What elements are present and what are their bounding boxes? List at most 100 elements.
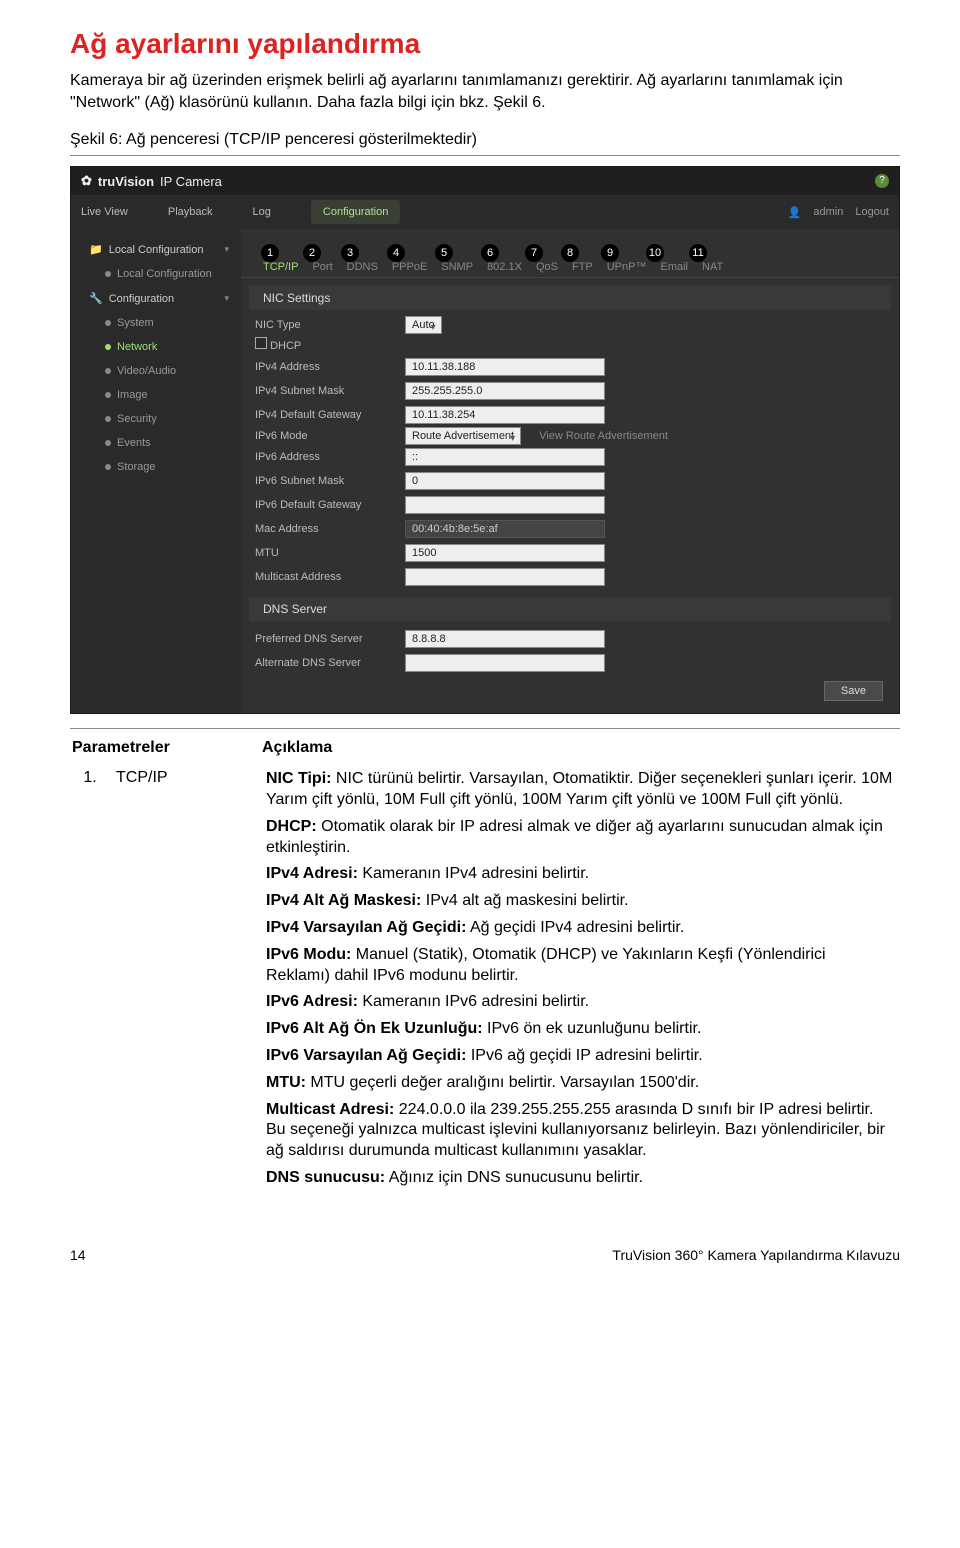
help-icon[interactable]: ? — [875, 174, 889, 188]
desc-bold: NIC Tipi: — [266, 770, 331, 787]
ipv6-mask-label: IPv6 Subnet Mask — [255, 475, 395, 487]
page-number: 14 — [70, 1247, 86, 1263]
bullet-icon — [105, 344, 111, 350]
alt-dns-input[interactable] — [405, 654, 605, 672]
nic-type-select[interactable]: Auto — [405, 316, 442, 334]
mtu-input[interactable]: 1500 — [405, 544, 605, 562]
ipv4-gateway-label: IPv4 Default Gateway — [255, 409, 395, 421]
sidebar-local-config[interactable]: Local Configuration — [71, 262, 241, 286]
ipv4-mask-input[interactable]: 255.255.255.0 — [405, 382, 605, 400]
chevron-down-icon: ▾ — [510, 433, 515, 444]
row-key: TCP/IP — [110, 767, 260, 1197]
sidebar-image[interactable]: Image — [71, 383, 241, 407]
sidebar-events[interactable]: Events — [71, 431, 241, 455]
desc-bold: MTU: — [266, 1074, 306, 1091]
desc-bold: DHCP: — [266, 818, 317, 835]
sidebar-item-label: Events — [117, 437, 151, 449]
sidebar-security[interactable]: Security — [71, 407, 241, 431]
desc-bold: IPv6 Varsayılan Ağ Geçidi: — [266, 1047, 466, 1064]
ipv6-mode-select[interactable]: Route Advertisement — [405, 427, 521, 445]
desc-text: IPv6 ön ek uzunluğunu belirtir. — [483, 1020, 702, 1037]
subtab-nat[interactable]: NAT — [702, 261, 723, 273]
desc-bold: IPv6 Adresi: — [266, 993, 358, 1010]
nav-configuration[interactable]: Configuration — [311, 200, 400, 224]
desc-bold: Multicast Adresi: — [266, 1101, 394, 1118]
desc-text: Ağınız için DNS sunucusunu belirtir. — [385, 1169, 643, 1186]
nav-live-view[interactable]: Live View — [81, 206, 128, 218]
wrench-icon: 🔧 — [89, 292, 103, 305]
subtab-snmp[interactable]: SNMP — [441, 261, 473, 273]
sidebar-local-config-group[interactable]: 📁Local Configuration▾ — [71, 237, 241, 262]
sidebar-item-label: Network — [117, 341, 157, 353]
divider — [70, 155, 900, 156]
divider — [70, 728, 900, 729]
save-button[interactable]: Save — [824, 681, 883, 701]
desc-bold: IPv6 Alt Ağ Ön Ek Uzunluğu: — [266, 1020, 483, 1037]
ipv4-address-input[interactable]: 10.11.38.188 — [405, 358, 605, 376]
col-parametreler: Parametreler — [70, 735, 260, 767]
subtab-ftp[interactable]: FTP — [572, 261, 593, 273]
nav-playback[interactable]: Playback — [168, 206, 213, 218]
bullet-icon — [105, 392, 111, 398]
mtu-label: MTU — [255, 547, 395, 559]
folder-icon: 📁 — [89, 243, 103, 256]
ipv6-mask-input[interactable]: 0 — [405, 472, 605, 490]
desc-bold: IPv4 Alt Ağ Maskesi: — [266, 892, 421, 909]
sidebar-item-label: Image — [117, 389, 148, 401]
subtab-pppoe[interactable]: PPPoE — [392, 261, 427, 273]
sidebar-video-audio[interactable]: Video/Audio — [71, 359, 241, 383]
col-aciklama: Açıklama — [260, 735, 900, 767]
sidebar-item-label: Configuration — [109, 293, 174, 305]
section-dns-server: DNS Server — [249, 597, 891, 621]
gear-icon: ✿ — [81, 173, 92, 189]
desc-text: IPv4 alt ağ maskesini belirtir. — [421, 892, 628, 909]
ipv6-gateway-input[interactable] — [405, 496, 605, 514]
bullet-icon — [105, 271, 111, 277]
dhcp-label: DHCP — [270, 340, 301, 352]
subtab-qos[interactable]: QoS — [536, 261, 558, 273]
sidebar-item-label: Local Configuration — [117, 268, 212, 280]
dhcp-checkbox[interactable] — [255, 337, 267, 349]
intro-paragraph: Kameraya bir ağ üzerinden erişmek belirl… — [70, 70, 900, 113]
subtab-8021x[interactable]: 802.1X — [487, 261, 522, 273]
ipv4-mask-label: IPv4 Subnet Mask — [255, 385, 395, 397]
chevron-down-icon: ▾ — [431, 322, 436, 333]
sidebar-storage[interactable]: Storage — [71, 455, 241, 479]
sidebar-item-label: Security — [117, 413, 157, 425]
multicast-input[interactable] — [405, 568, 605, 586]
sidebar-system[interactable]: System — [71, 311, 241, 335]
alt-dns-label: Alternate DNS Server — [255, 657, 395, 669]
logout-link[interactable]: Logout — [855, 206, 889, 218]
subtab-email[interactable]: Email — [660, 261, 688, 273]
admin-label: admin — [813, 206, 843, 218]
desc-text: Otomatik olarak bir IP adresi almak ve d… — [266, 818, 883, 856]
desc-text: MTU geçerli değer aralığını belirtir. Va… — [306, 1074, 699, 1091]
view-route-advert-link[interactable]: View Route Advertisement — [539, 430, 668, 442]
subtab-upnp[interactable]: UPnP™ — [607, 261, 647, 273]
nic-type-label: NIC Type — [255, 319, 395, 331]
sidebar-configuration-group[interactable]: 🔧 Configuration ▾ — [71, 286, 241, 311]
bullet-icon — [105, 440, 111, 446]
desc-text: Kameranın IPv6 adresini belirtir. — [358, 993, 589, 1010]
screenshot: ✿ truVision IP Camera ? Live View Playba… — [70, 166, 900, 714]
chevron-down-icon: ▾ — [224, 293, 229, 304]
ipv6-address-input[interactable]: :: — [405, 448, 605, 466]
multicast-label: Multicast Address — [255, 571, 395, 583]
sidebar-item-label: Video/Audio — [117, 365, 176, 377]
brand-sub: IP Camera — [160, 174, 222, 189]
sidebar-network[interactable]: Network — [71, 335, 241, 359]
subtab-tcpip[interactable]: TCP/IP — [263, 261, 298, 273]
ipv4-gateway-input[interactable]: 10.11.38.254 — [405, 406, 605, 424]
subtab-port[interactable]: Port — [312, 261, 332, 273]
pref-dns-input[interactable]: 8.8.8.8 — [405, 630, 605, 648]
brand-truvision: truVision — [98, 174, 154, 189]
sidebar-item-label: Local Configuration — [109, 244, 204, 256]
nav-log[interactable]: Log — [253, 206, 271, 218]
subtab-ddns[interactable]: DDNS — [347, 261, 378, 273]
desc-bold: DNS sunucusu: — [266, 1169, 385, 1186]
ipv6-mode-label: IPv6 Mode — [255, 430, 395, 442]
sidebar-item-label: Storage — [117, 461, 156, 473]
mac-label: Mac Address — [255, 523, 395, 535]
bullet-icon — [105, 416, 111, 422]
ipv6-gateway-label: IPv6 Default Gateway — [255, 499, 395, 511]
